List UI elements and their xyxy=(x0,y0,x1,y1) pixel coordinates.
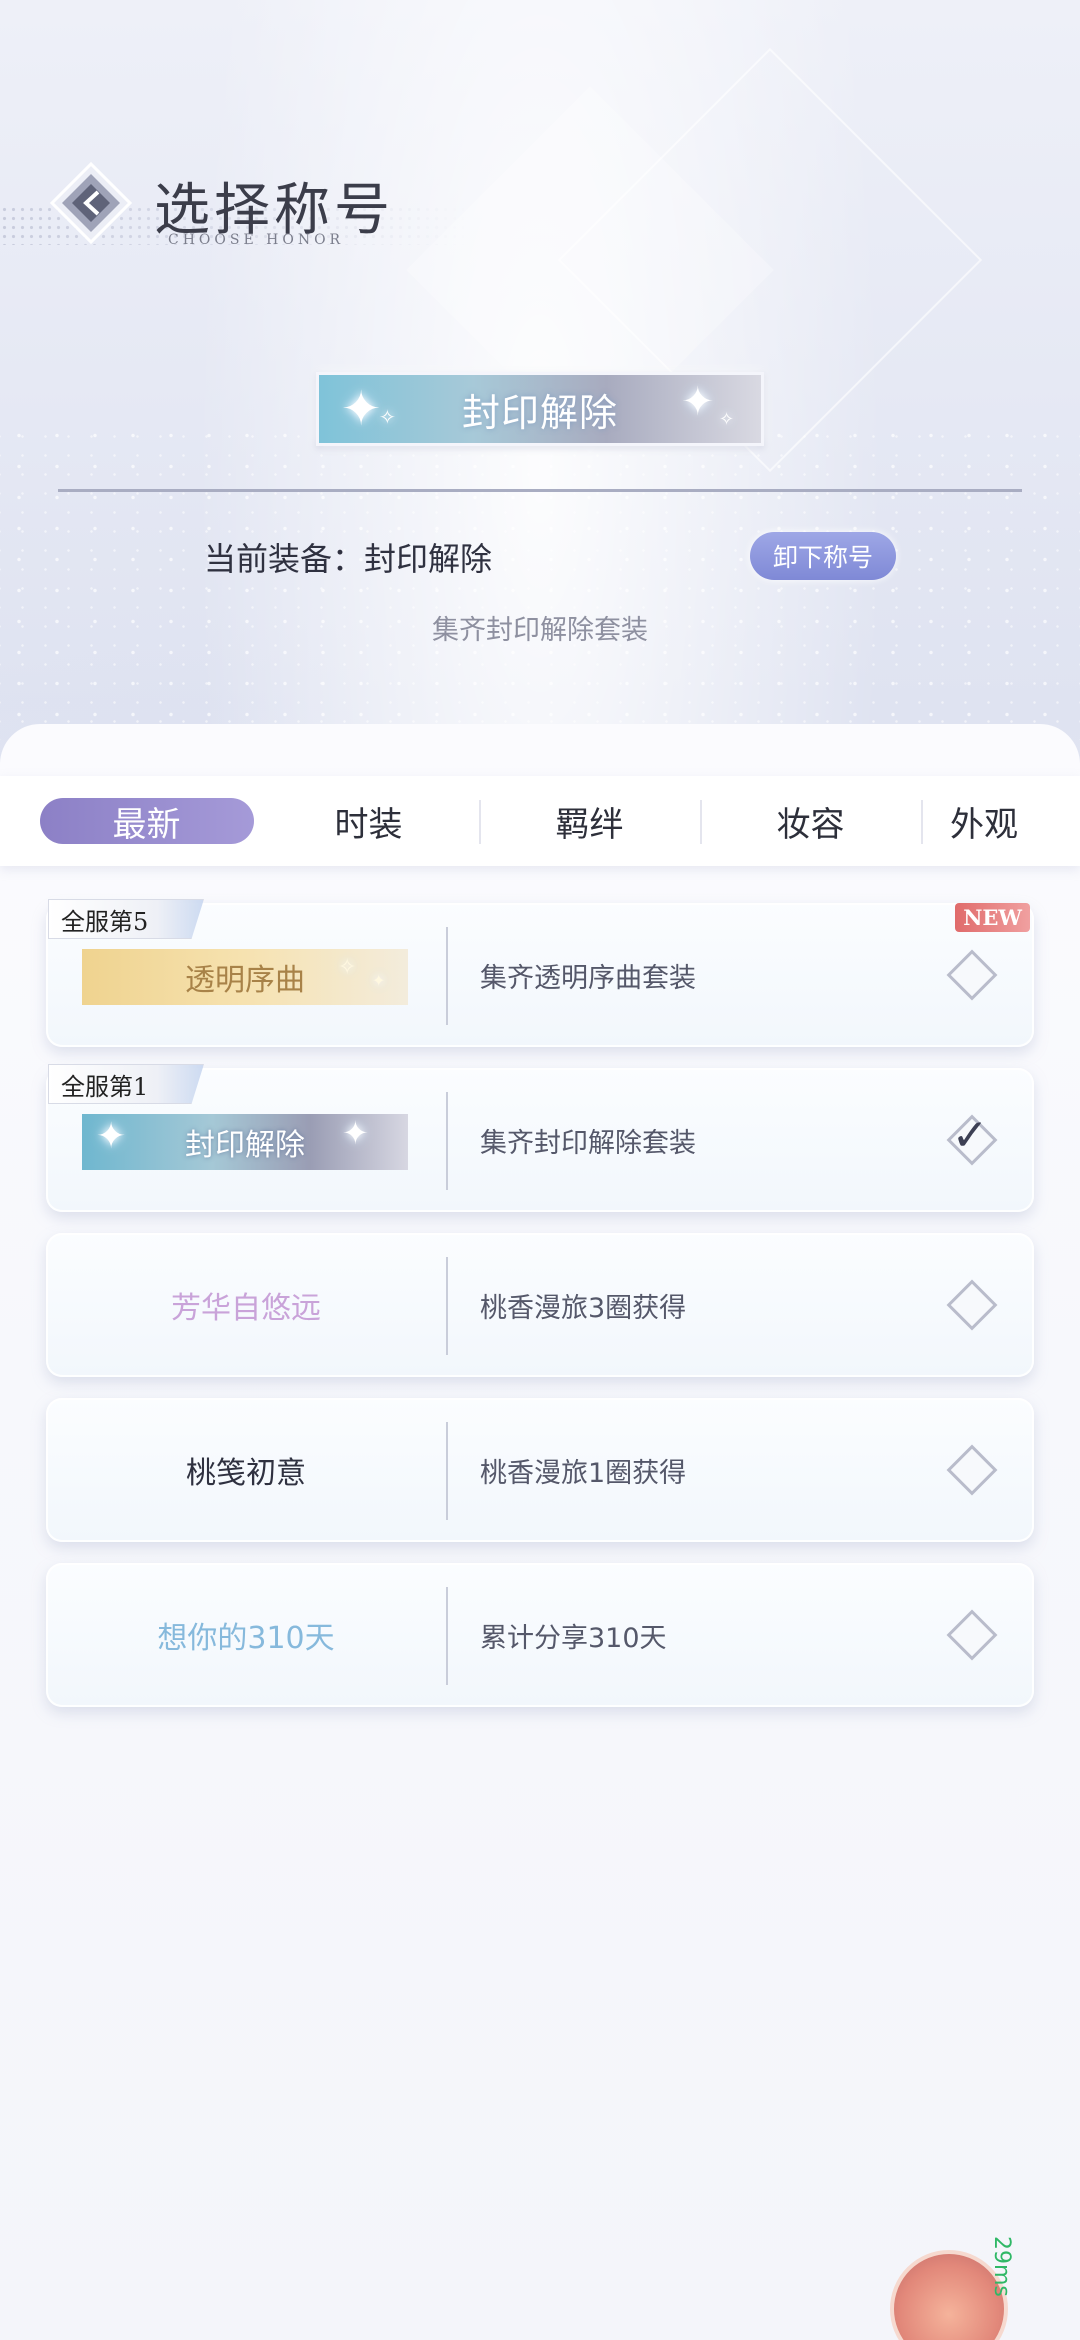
card-separator xyxy=(446,1257,448,1355)
unequip-title-button[interactable]: 卸下称号 xyxy=(750,532,896,580)
back-arrow-icon xyxy=(49,161,133,245)
select-diamond-icon[interactable] xyxy=(946,1609,998,1661)
tab-latest[interactable]: 最新 xyxy=(36,776,257,866)
current-equip-label: 当前装备：封印解除 xyxy=(204,540,493,578)
card-separator xyxy=(446,927,448,1025)
tab-latest-label: 最新 xyxy=(39,798,254,845)
current-title-description: 集齐封印解除套装 xyxy=(432,615,648,646)
divider xyxy=(58,489,1022,492)
title-card[interactable]: 桃笺初意 桃香漫旅1圈获得 xyxy=(46,1398,1034,1542)
card-separator xyxy=(446,1092,448,1190)
title-card[interactable]: 芳华自悠远 桃香漫旅3圈获得 xyxy=(46,1233,1034,1377)
sparkle-icon: ✦ xyxy=(342,1114,369,1152)
current-title-badge: ✦ ✧ ✦ ✧ 封印解除 xyxy=(316,372,764,446)
title-chip: ✧ ✦ 透明序曲 xyxy=(82,949,408,1005)
select-diamond-icon[interactable] xyxy=(946,1444,998,1496)
tab-bond[interactable]: 羁绊 xyxy=(479,776,700,866)
tab-fashion[interactable]: 时装 xyxy=(258,776,479,866)
network-latency: 29ms xyxy=(989,2236,1014,2297)
sparkle-icon: ✦ xyxy=(681,379,715,425)
sparkle-icon: ✦ xyxy=(341,381,382,437)
sparkle-icon: ✧ xyxy=(719,409,735,430)
title-chip: ✦ ✦ 封印解除 xyxy=(82,1114,408,1170)
title-description: 桃香漫旅1圈获得 xyxy=(480,1457,687,1489)
sparkle-icon: ✧ xyxy=(338,955,357,980)
title-name: 芳华自悠远 xyxy=(171,1291,321,1326)
title-card[interactable]: 想你的310天 累计分享310天 xyxy=(46,1563,1034,1707)
title-name: 桃笺初意 xyxy=(186,1456,306,1491)
current-title-text: 封印解除 xyxy=(461,390,618,435)
title-name: 透明序曲 xyxy=(185,963,305,998)
title-name: 想你的310天 xyxy=(157,1621,335,1656)
title-description: 集齐封印解除套装 xyxy=(480,1127,696,1159)
sparkle-field xyxy=(0,420,1080,740)
page-subtitle: CHOOSE HONOR xyxy=(168,232,345,248)
title-description: 集齐透明序曲套装 xyxy=(480,962,696,994)
title-description: 桃香漫旅3圈获得 xyxy=(480,1292,687,1324)
select-diamond-icon[interactable] xyxy=(946,949,998,1001)
tab-separator xyxy=(921,800,923,844)
back-button[interactable] xyxy=(48,160,134,246)
tab-appearance[interactable]: 外观 xyxy=(950,776,1080,866)
select-diamond-icon[interactable] xyxy=(946,1279,998,1331)
checkmark-icon: ✓ xyxy=(951,1110,989,1161)
sparkle-icon: ✦ xyxy=(96,1116,127,1157)
sparkle-icon: ✦ xyxy=(372,971,386,990)
card-separator xyxy=(446,1587,448,1685)
title-card[interactable]: 全服第5 NEW ✧ ✦ 透明序曲 集齐透明序曲套装 xyxy=(46,899,1034,1047)
title-name: 封印解除 xyxy=(185,1128,305,1163)
tab-makeup[interactable]: 妆容 xyxy=(700,776,921,866)
new-badge: NEW xyxy=(955,903,1030,932)
rank-tag: 全服第1 xyxy=(48,1064,204,1104)
title-description: 累计分享310天 xyxy=(480,1622,667,1654)
card-separator xyxy=(446,1422,448,1520)
category-tabs: 最新 时装 羁绊 妆容 外观 xyxy=(0,776,1080,866)
title-card[interactable]: 全服第1 ✦ ✦ 封印解除 集齐封印解除套装 ✓ xyxy=(46,1064,1034,1212)
sparkle-icon: ✧ xyxy=(379,405,396,429)
rank-tag: 全服第5 xyxy=(48,899,204,939)
